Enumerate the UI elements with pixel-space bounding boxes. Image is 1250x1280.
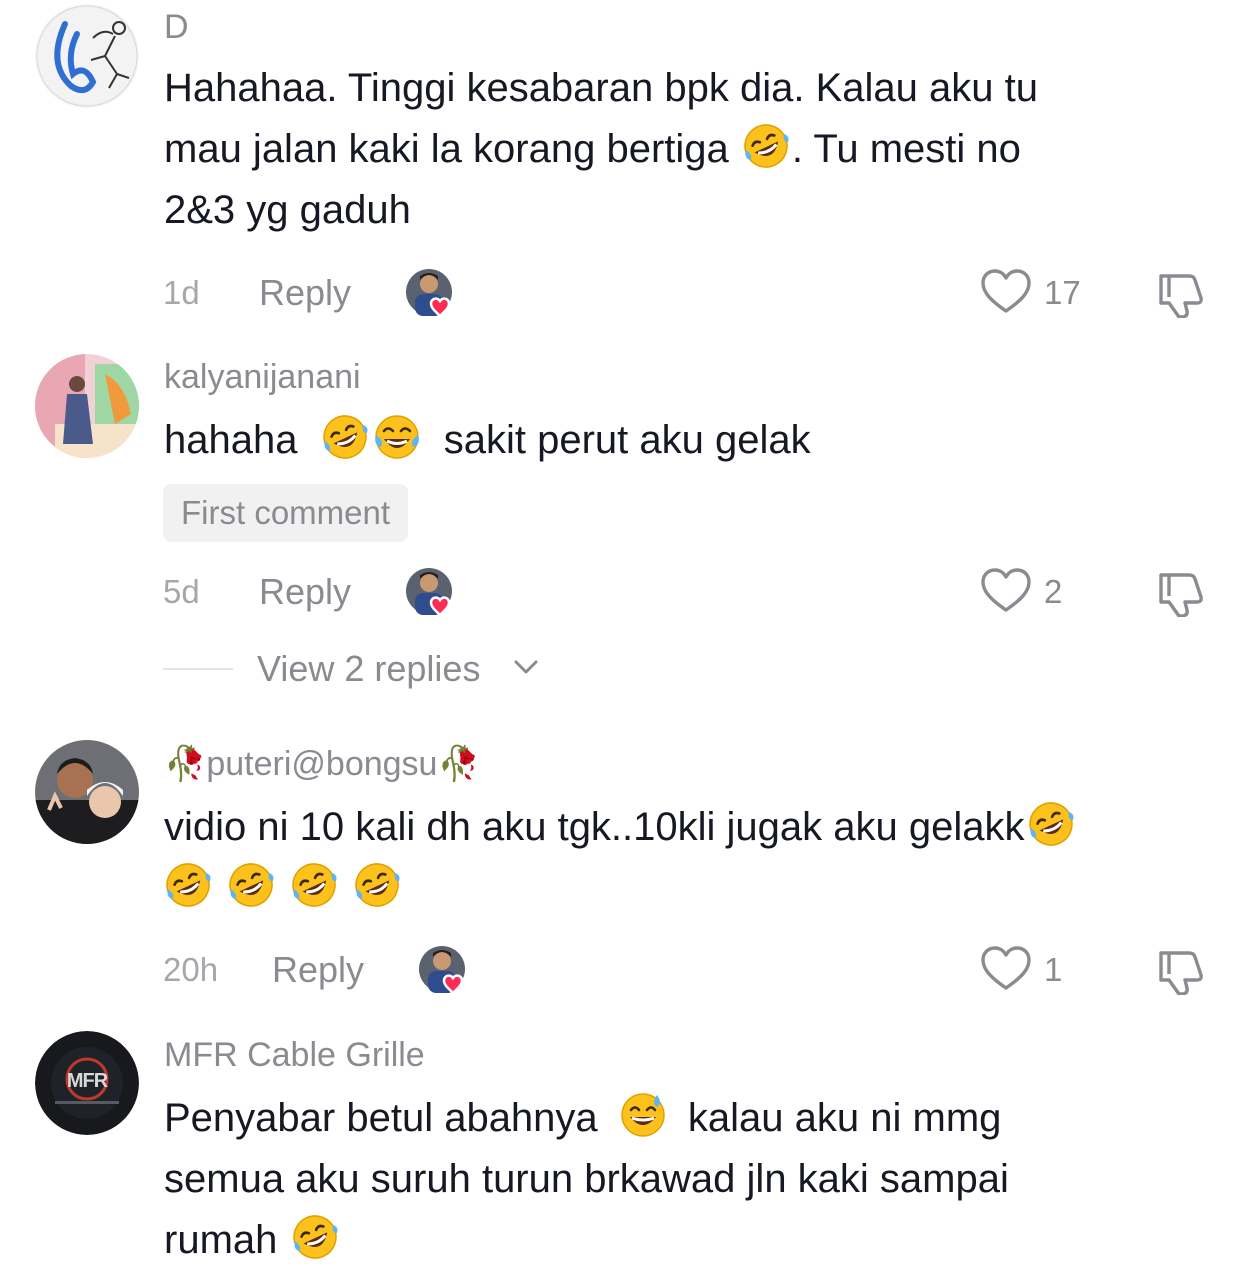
reply-button[interactable]: Reply bbox=[272, 949, 364, 991]
wilted-rose-icon: 🥀 bbox=[164, 745, 207, 783]
comment-text-line: rumah bbox=[164, 1218, 278, 1262]
rolling-on-floor-laughing-emoji bbox=[1027, 800, 1075, 848]
rolling-on-floor-laughing-emoji bbox=[291, 1213, 339, 1261]
avatar[interactable] bbox=[35, 354, 139, 458]
comment-text: Penyabar betul abahnya kalau aku ni mmg … bbox=[164, 1088, 1224, 1271]
wilted-rose-icon: 🥀 bbox=[437, 745, 480, 783]
comment-text-line: Hahahaa. Tinggi kesabaran bpk dia. Kalau… bbox=[164, 66, 1038, 110]
comment-text-line: mau jalan kaki la korang bertiga bbox=[164, 127, 729, 171]
rolling-on-floor-laughing-emoji bbox=[353, 861, 401, 909]
comment-actions: 1d Reply 17 bbox=[0, 268, 1250, 318]
heart-outline-icon bbox=[980, 268, 1032, 316]
comment-text-line: . Tu mesti no bbox=[791, 127, 1021, 171]
rolling-on-floor-laughing-emoji bbox=[321, 413, 369, 461]
like-count: 17 bbox=[1044, 274, 1081, 311]
thumbs-down-icon bbox=[1155, 945, 1207, 995]
comment-actions: 5d Reply 2 bbox=[0, 567, 1250, 617]
comment-username[interactable]: 🥀puteri@bongsu🥀 bbox=[164, 744, 480, 784]
comment-username[interactable]: kalyanijanani bbox=[164, 358, 361, 397]
comment-username[interactable]: D bbox=[164, 8, 189, 47]
mfr-logo-mark: MFR bbox=[67, 1070, 109, 1092]
reply-button[interactable]: Reply bbox=[259, 272, 351, 314]
avatar[interactable] bbox=[35, 740, 139, 844]
comment-text-part: sakit perut aku gelak bbox=[443, 418, 811, 462]
comment-actions: 20h Reply 1 bbox=[0, 945, 1250, 995]
comment-timestamp: 5d bbox=[163, 573, 200, 610]
heart-outline-icon bbox=[980, 567, 1032, 615]
comment-text-line: vidio ni 10 kali dh aku tgk..10kli jugak… bbox=[164, 805, 1025, 849]
rolling-on-floor-laughing-emoji bbox=[227, 861, 275, 909]
face-with-tears-of-joy-emoji bbox=[373, 413, 421, 461]
heart-outline-icon bbox=[980, 945, 1032, 993]
comment-text: Hahahaa. Tinggi kesabaran bpk dia. Kalau… bbox=[164, 58, 1224, 241]
first-comment-badge: First comment bbox=[163, 484, 409, 542]
creator-liked-avatar bbox=[405, 567, 461, 617]
comment-text-line: 2&3 yg gaduh bbox=[164, 188, 411, 232]
grinning-face-with-sweat-emoji bbox=[619, 1091, 667, 1139]
rolling-on-floor-laughing-emoji bbox=[164, 861, 212, 909]
chevron-down-icon bbox=[514, 660, 538, 674]
dislike-button[interactable] bbox=[1155, 945, 1207, 995]
comment-text-line: Penyabar betul abahnya bbox=[164, 1096, 598, 1140]
divider bbox=[163, 668, 233, 670]
thumbs-down-icon bbox=[1155, 567, 1207, 617]
rolling-on-floor-laughing-emoji bbox=[742, 122, 790, 170]
comment-username[interactable]: MFR Cable Grille bbox=[164, 1036, 425, 1075]
dislike-button[interactable] bbox=[1155, 268, 1207, 318]
comment-timestamp: 1d bbox=[163, 274, 200, 311]
comment-text: vidio ni 10 kali dh aku tgk..10kli jugak… bbox=[164, 797, 1244, 919]
like-button[interactable] bbox=[980, 268, 1032, 316]
like-button[interactable] bbox=[980, 945, 1032, 993]
view-replies-label: View 2 replies bbox=[257, 648, 481, 689]
like-count: 2 bbox=[1044, 573, 1063, 610]
creator-liked-avatar bbox=[405, 268, 461, 318]
reply-button[interactable]: Reply bbox=[259, 571, 351, 613]
avatar[interactable] bbox=[35, 4, 139, 108]
comment-text: hahaha sakit perut aku gelak bbox=[164, 410, 1224, 471]
comment-text-line: kalau aku ni mmg bbox=[687, 1096, 1002, 1140]
dislike-button[interactable] bbox=[1155, 567, 1207, 617]
like-count: 1 bbox=[1044, 951, 1063, 988]
rolling-on-floor-laughing-emoji bbox=[290, 861, 338, 909]
comment-timestamp: 20h bbox=[163, 951, 219, 988]
thumbs-down-icon bbox=[1155, 268, 1207, 318]
comment-text-part: hahaha bbox=[164, 418, 298, 462]
like-button[interactable] bbox=[980, 567, 1032, 615]
creator-liked-avatar bbox=[418, 945, 474, 995]
comment-text-line: semua aku suruh turun brkawad jln kaki s… bbox=[164, 1157, 1009, 1201]
username-text: puteri@bongsu bbox=[206, 745, 438, 783]
avatar[interactable]: MFR bbox=[35, 1031, 139, 1135]
